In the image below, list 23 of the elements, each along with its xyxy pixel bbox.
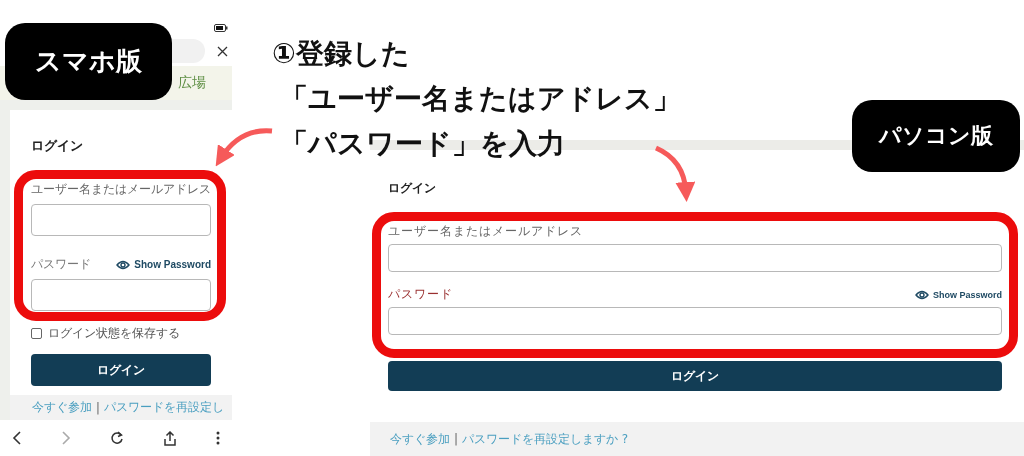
field-label: パスワード <box>31 256 91 273</box>
show-password-toggle[interactable]: Show Password <box>116 259 211 270</box>
field-label: パスワード <box>388 286 453 303</box>
field-label: ユーザー名またはメールアドレス <box>388 223 583 240</box>
caption-line: 「パスワード」を入力 <box>280 126 566 162</box>
show-password-toggle[interactable]: Show Password <box>914 289 1002 300</box>
remember-label: ログイン状態を保存する <box>48 325 180 342</box>
link[interactable]: パスワードを再設定しますか ? <box>462 430 629 448</box>
field-label: ユーザー名またはメールアドレス <box>31 181 211 198</box>
pc-version-tag: パソコン版 <box>852 100 1020 172</box>
link[interactable]: 今すぐ参加 <box>32 400 92 415</box>
login-title: ログイン <box>388 180 437 197</box>
separator: | <box>96 400 100 415</box>
login-button[interactable]: ログイン <box>388 361 1002 391</box>
caption-line: ①登録した <box>272 36 411 72</box>
caption-line: 「ユーザー名またはアドレス」 <box>280 81 681 117</box>
link[interactable]: パスワードを再設定し <box>103 400 224 415</box>
phone-version-tag: スマホ版 <box>5 23 172 100</box>
nav-link[interactable]: 広場 <box>178 74 206 92</box>
separator: | <box>454 432 459 446</box>
login-button[interactable]: ログイン <box>31 354 211 386</box>
link[interactable]: 今すぐ参加 <box>390 430 450 448</box>
login-title: ログイン <box>31 137 84 155</box>
